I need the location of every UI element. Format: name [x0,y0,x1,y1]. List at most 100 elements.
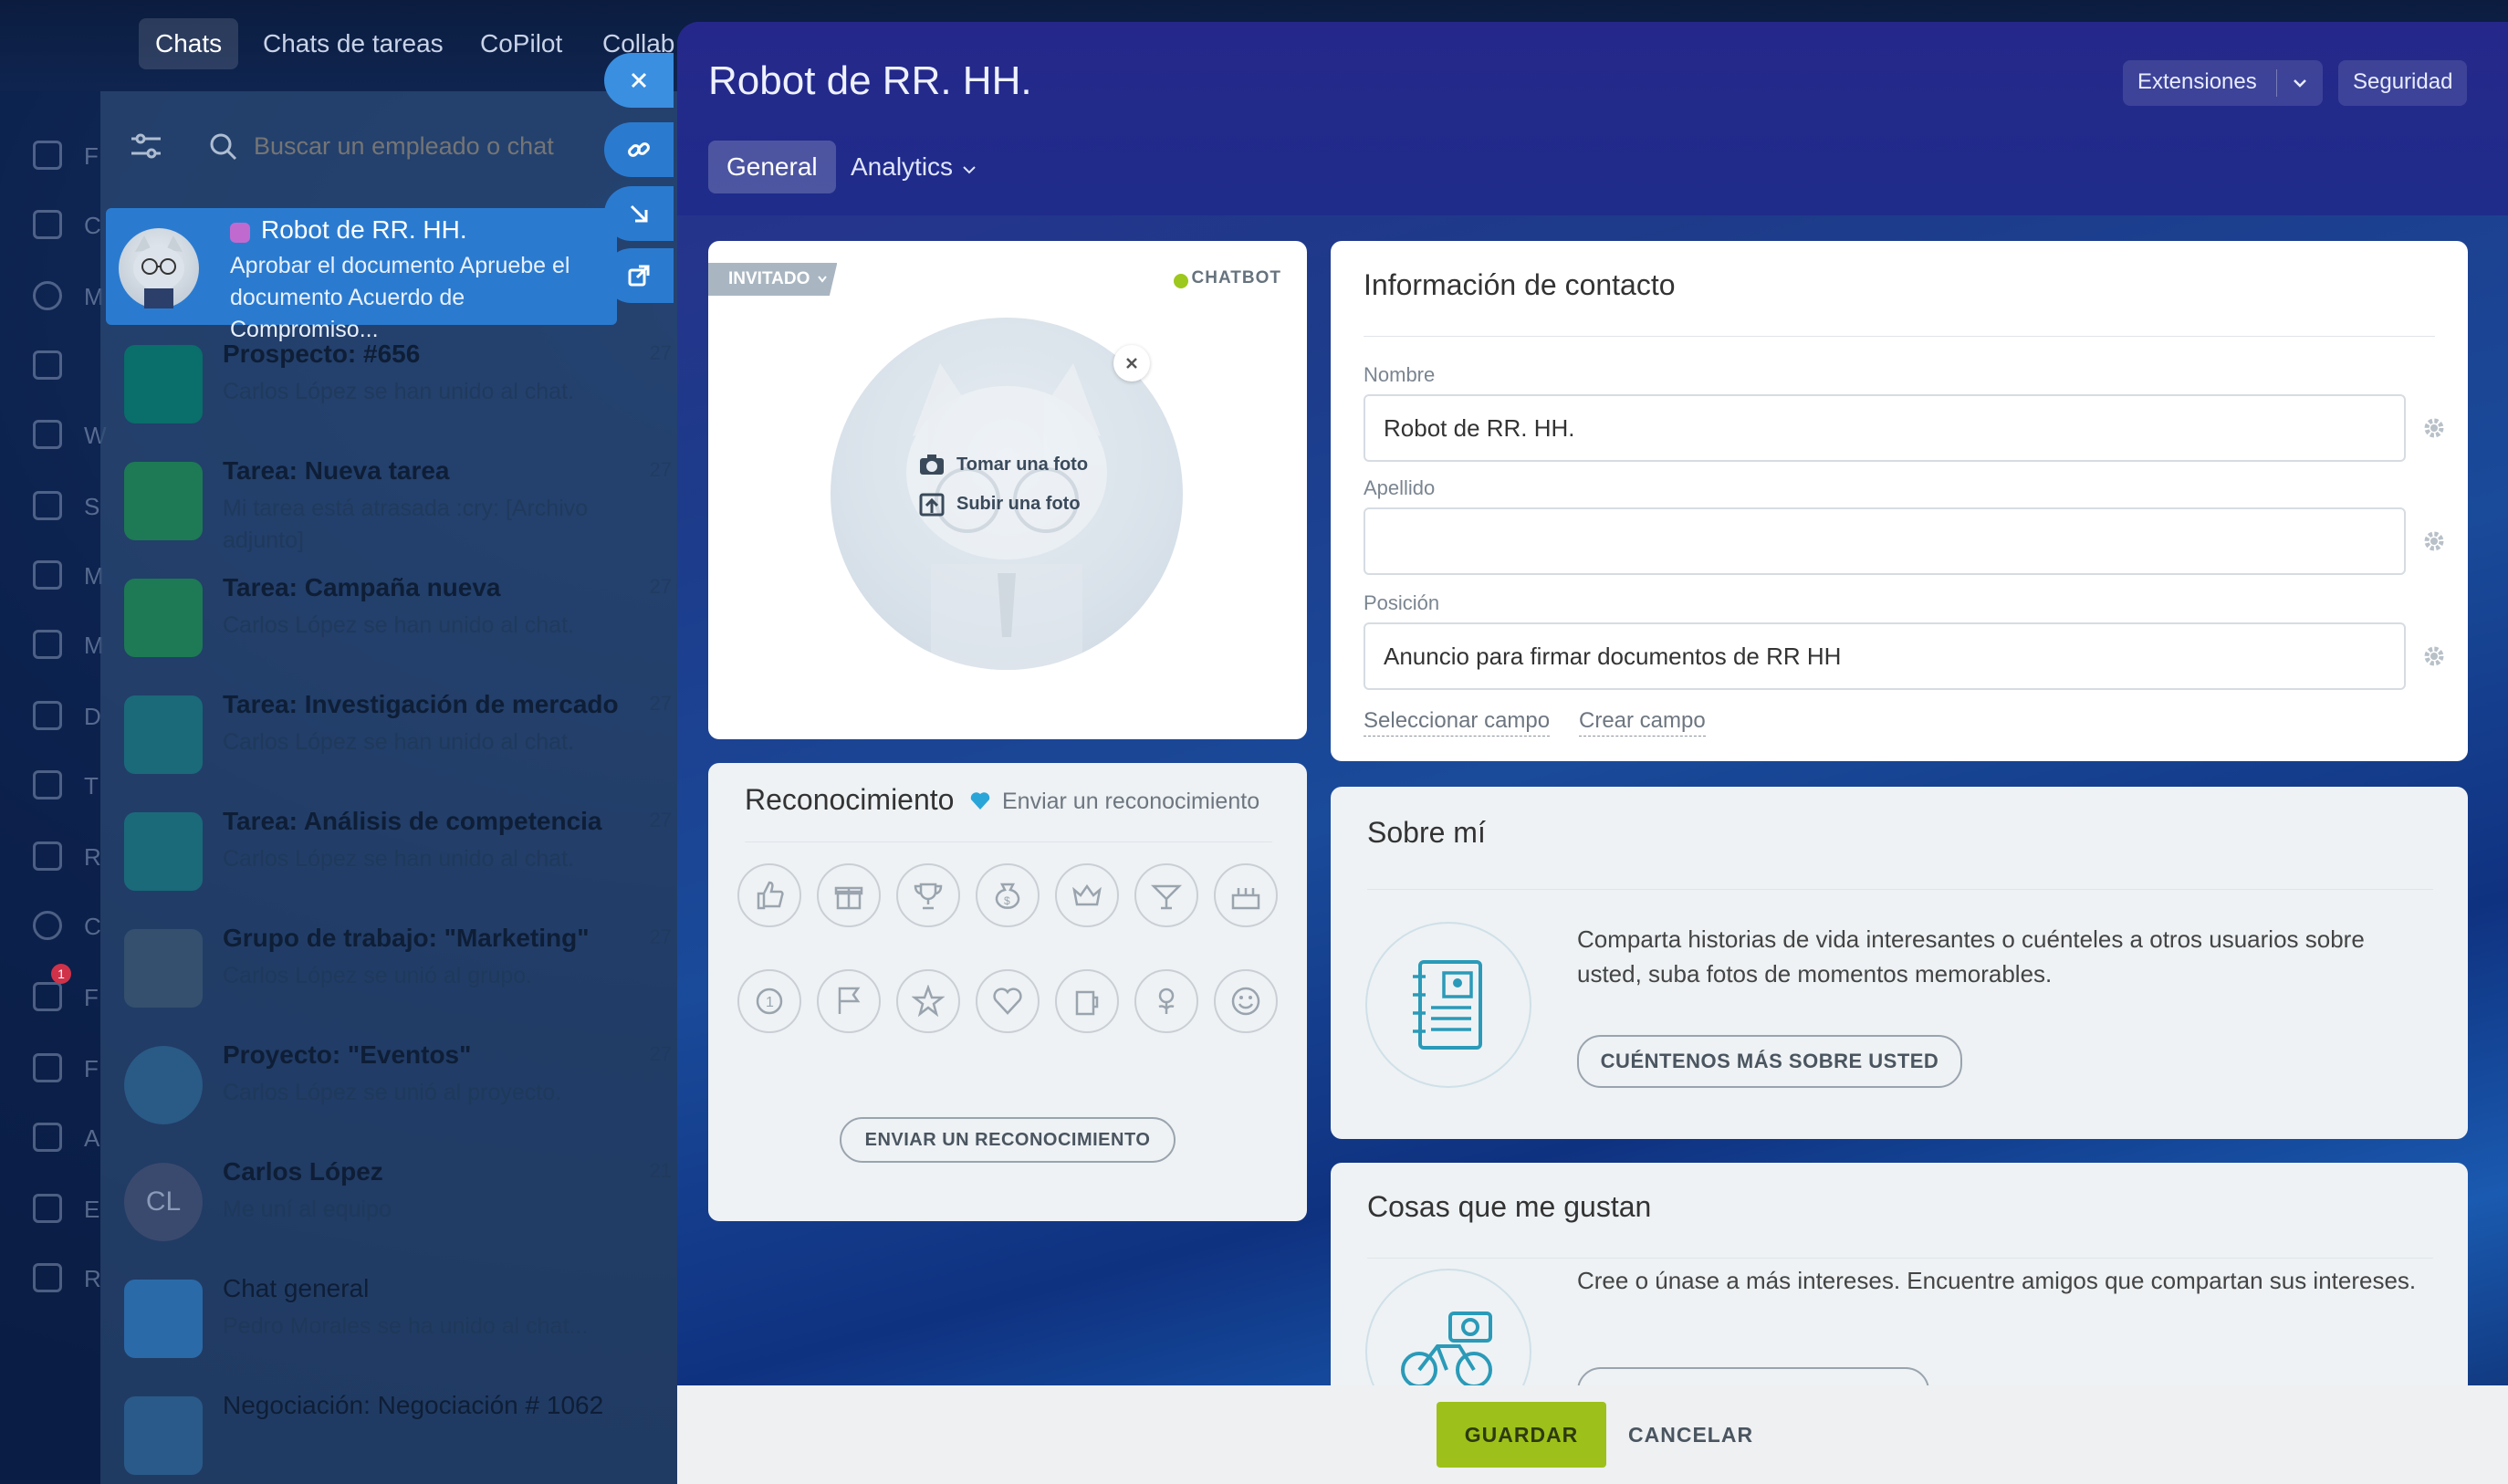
trophy-icon[interactable] [896,863,960,927]
rail-label: S [84,493,100,520]
chat-item-hr-robot[interactable]: Robot de RR. HH. Aprobar el documento Ap… [106,208,617,342]
remove-photo-button[interactable] [1113,345,1150,381]
cocktail-icon[interactable] [1134,863,1198,927]
copy-link-button[interactable] [604,122,674,177]
inbox-icon[interactable] [33,1123,62,1152]
chat-item-task[interactable]: Tarea: Análisis de competencia Carlos Ló… [100,792,684,909]
last-name-field[interactable] [1364,507,2406,575]
messenger-icon[interactable] [33,560,62,590]
flag-icon[interactable] [817,969,881,1033]
edit-icon[interactable] [33,1053,62,1082]
external-link-icon [628,265,650,287]
chat-item-subtitle: Carlos López se han unido al chat. [223,846,574,872]
status-badge[interactable]: INVITADO [708,263,838,296]
cake-icon[interactable] [1214,863,1278,927]
sites-icon[interactable] [33,491,62,520]
chat-item-group[interactable]: Grupo de trabajo: "Marketing" Carlos Lóp… [100,909,684,1026]
avatar-card: INVITADO CHATBOT Tomar una foto Subir un… [708,241,1307,739]
money-bag-icon[interactable]: $ [976,863,1040,927]
flower-icon[interactable] [1134,969,1198,1033]
training-icon[interactable] [33,770,62,799]
chevron-down-icon [963,166,976,174]
gear-icon[interactable] [2422,529,2446,553]
chat-item-task[interactable]: Tarea: Investigación de mercado Carlos L… [100,675,684,792]
create-field-link[interactable]: Crear campo [1579,708,1706,737]
heart-icon [970,792,990,810]
field-label-apellido: Apellido [1364,476,1436,499]
chat-item-subtitle: Me uní al equipo [223,1197,392,1222]
send-recognition-button[interactable]: ENVIAR UN RECONOCIMIENTO [840,1117,1176,1163]
divider [1367,1258,2433,1259]
chat-item-lead[interactable]: Prospecto: #656 Carlos López se han unid… [100,325,684,442]
tasks-icon[interactable] [33,350,62,380]
settings-icon[interactable] [33,911,62,940]
marketing-icon[interactable] [33,281,62,310]
chat-item-subtitle: Carlos López se han unido al chat. [223,379,574,404]
chat-item-general[interactable]: Chat general Pedro Morales se ha unido a… [100,1259,684,1376]
code-icon[interactable] [33,1263,62,1292]
analytics-icon[interactable] [33,630,62,659]
beer-icon[interactable] [1055,969,1119,1033]
send-recognition-link[interactable]: Enviar un reconocimiento [1002,789,1259,815]
heart-outline-icon[interactable] [976,969,1040,1033]
about-me-card: Sobre mí Comparta historias de vida inte… [1331,787,2468,1139]
crown-icon[interactable] [1055,863,1119,927]
chat-item-deal[interactable]: Negociación: Negociación # 1062 [100,1376,684,1484]
forms-icon[interactable] [33,982,62,1011]
task-icon [124,695,203,774]
tab-general[interactable]: General [708,141,836,193]
tab-copilot[interactable]: CoPilot [464,18,579,69]
feed-icon[interactable] [33,141,62,170]
documents-icon[interactable] [33,701,62,730]
chat-item-task[interactable]: Tarea: Campaña nueva Carlos López se han… [100,559,684,675]
crm-icon[interactable] [33,210,62,239]
field-label-posicion: Posición [1364,591,1440,614]
take-photo-button[interactable]: Tomar una foto [918,453,1088,476]
position-field[interactable] [1364,622,2406,690]
tab-task-chats[interactable]: Chats de tareas [246,18,460,69]
mail-icon[interactable] [33,420,62,449]
select-field-link[interactable]: Seleccionar campo [1364,708,1551,737]
cat-bot-avatar [119,228,199,308]
search-input[interactable] [254,128,655,164]
bot-badge-icon [230,223,250,243]
chat-item-user[interactable]: CL Carlos López Me uní al equipo 21 [100,1143,684,1259]
tab-analytics-label: Analytics [851,152,954,181]
first-name-field[interactable] [1364,394,2406,462]
chat-list-panel: Robot de RR. HH. Aprobar el documento Ap… [100,91,684,1484]
filter-icon[interactable] [128,128,164,164]
close-slider-button[interactable] [604,53,674,108]
open-new-window-button[interactable] [604,248,674,303]
task-icon [124,579,203,657]
avatar: CL [124,1163,203,1241]
contact-info-card: Información de contacto Nombre Apellido … [1331,241,2468,761]
tab-chats[interactable]: Chats [139,18,239,69]
save-button[interactable]: GUARDAR [1437,1402,1606,1468]
security-button[interactable]: Seguridad [2338,60,2468,106]
rail-label: R [84,843,101,871]
chat-item-title: Proyecto: "Eventos" [223,1040,472,1069]
minimize-button[interactable] [604,186,674,241]
gift-icon[interactable] [817,863,881,927]
chat-item-date: 27 [649,341,672,364]
smile-icon[interactable] [1214,969,1278,1033]
thumbs-up-icon[interactable] [737,863,801,927]
star-icon[interactable] [896,969,960,1033]
tab-analytics[interactable]: Analytics [832,141,993,193]
calendar-icon[interactable] [33,841,62,871]
project-icon [124,1046,203,1124]
chat-item-task[interactable]: Tarea: Nueva tarea Mi tarea está atrasad… [100,442,684,559]
number-one-icon[interactable]: 1 [737,969,801,1033]
chat-item-date: 27 [649,1042,672,1065]
divider [2275,69,2277,97]
gear-icon[interactable] [2422,644,2446,668]
extensions-button[interactable]: Extensiones [2123,60,2323,106]
employees-icon[interactable] [33,1194,62,1223]
chat-item-project[interactable]: Proyecto: "Eventos" Carlos López se unió… [100,1026,684,1143]
upload-photo-button[interactable]: Subir una foto [918,491,1081,517]
tell-us-more-button[interactable]: CUÉNTENOS MÁS SOBRE USTED [1577,1035,1962,1088]
chat-item-date: 27 [649,575,672,598]
gear-icon[interactable] [2422,416,2446,440]
cancel-button[interactable]: CANCELAR [1628,1402,1753,1468]
chat-item-subtitle: Carlos López se han unido al chat. [223,729,574,755]
